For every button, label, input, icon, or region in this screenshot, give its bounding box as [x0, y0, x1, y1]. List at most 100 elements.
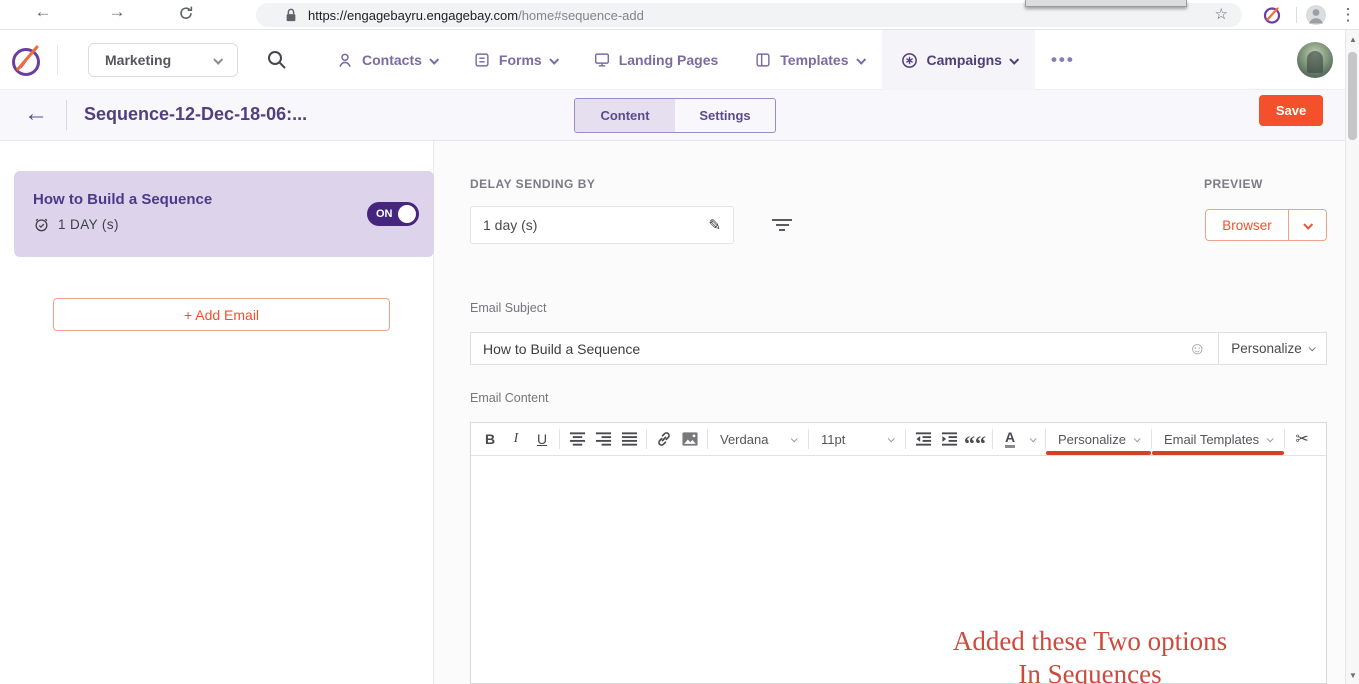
tab-settings[interactable]: Settings — [675, 99, 775, 132]
preview-label: PREVIEW — [1204, 177, 1263, 191]
align-justify-icon[interactable] — [616, 426, 642, 452]
nav-item-templates[interactable]: Templates — [736, 30, 881, 90]
user-avatar[interactable] — [1297, 42, 1333, 78]
preview-browser-button[interactable]: Browser — [1206, 210, 1288, 240]
alarm-clock-icon — [33, 216, 50, 233]
chevron-down-icon — [1308, 344, 1315, 351]
font-size-dropdown[interactable]: 11pt — [813, 426, 901, 452]
underline-icon[interactable]: U — [529, 426, 555, 452]
insert-link-icon[interactable] — [651, 426, 677, 452]
app-switcher-label: Marketing — [105, 52, 171, 68]
font-family-dropdown[interactable]: Verdana — [712, 426, 804, 452]
chevron-down-icon — [213, 54, 223, 64]
add-email-button[interactable]: + Add Email — [53, 298, 390, 331]
chevron-down-icon — [791, 435, 798, 442]
chrome-menu-icon[interactable]: ⋮ — [1337, 5, 1359, 25]
toggle-knob — [398, 205, 416, 223]
outdent-icon[interactable] — [910, 426, 936, 452]
toggle-on-label: ON — [376, 208, 393, 220]
blockquote-icon[interactable]: ““ — [962, 426, 988, 452]
nav-item-label: Contacts — [362, 52, 422, 68]
chevron-down-icon — [888, 435, 895, 442]
monitor-icon — [593, 51, 611, 69]
nav-item-label: Forms — [499, 52, 542, 68]
nav-item-contacts[interactable]: Contacts — [318, 30, 455, 90]
search-icon[interactable] — [266, 49, 287, 70]
header-divider — [66, 100, 67, 130]
bookmark-star-icon[interactable]: ☆ — [1215, 5, 1228, 23]
text-color-dropdown[interactable] — [1023, 426, 1041, 452]
text-color-letter: A — [1005, 430, 1015, 448]
nav-item-label: Templates — [780, 52, 848, 68]
email-content-label: Email Content — [470, 391, 549, 405]
template-columns-icon — [754, 51, 772, 69]
url-text[interactable]: https://engagebayru.engagebay.com/home#s… — [308, 8, 644, 23]
insert-image-icon[interactable] — [677, 426, 703, 452]
email-step-card[interactable]: How to Build a Sequence 1 DAY (s) ON — [14, 171, 434, 257]
form-icon — [473, 51, 491, 69]
app-switcher-marketing[interactable]: Marketing — [88, 43, 238, 77]
emoji-picker-icon[interactable]: ☺ — [1189, 339, 1206, 359]
chevron-down-icon — [1134, 435, 1141, 442]
email-step-toggle[interactable]: ON — [367, 202, 419, 226]
chevron-down-icon — [1029, 435, 1036, 442]
https-lock-icon — [284, 7, 298, 23]
email-step-title: How to Build a Sequence — [33, 191, 212, 208]
email-subject-label: Email Subject — [470, 301, 546, 315]
annotation-line-1: Added these Two options — [850, 625, 1330, 658]
font-size-value: 11pt — [821, 432, 845, 447]
italic-icon[interactable]: I — [503, 426, 529, 452]
toolbar-email-templates-label: Email Templates — [1164, 432, 1259, 447]
chevron-down-icon — [549, 54, 559, 64]
chrome-divider — [1296, 7, 1297, 23]
annotation-line-2: In Sequences — [850, 658, 1330, 684]
cut-scissors-icon[interactable]: ✂ — [1289, 426, 1315, 452]
engagebay-logo-icon[interactable] — [8, 42, 46, 80]
annotation-underline-templates — [1152, 451, 1284, 455]
tab-group: Content Settings — [574, 98, 776, 133]
sequence-title: Sequence-12-Dec-18-06:... — [84, 104, 307, 125]
preview-split-button: Browser — [1205, 209, 1327, 241]
edit-pencil-icon[interactable]: ✎ — [708, 216, 721, 234]
save-button[interactable]: Save — [1259, 95, 1323, 126]
subject-personalize-button[interactable]: Personalize — [1219, 332, 1327, 365]
scrollbar-down-icon[interactable]: ▼ — [1346, 668, 1359, 682]
main-area: How to Build a Sequence 1 DAY (s) ON + A… — [0, 141, 1359, 684]
nav-more-icon[interactable]: ••• — [1035, 30, 1091, 90]
browser-profile-icon[interactable] — [1305, 4, 1327, 26]
scrollbar-thumb[interactable] — [1348, 52, 1357, 140]
email-subject-input[interactable]: How to Build a Sequence ☺ — [470, 332, 1219, 365]
toolbar-email-templates-dropdown[interactable]: Email Templates — [1156, 426, 1280, 452]
page-scrollbar[interactable]: ▲ ▼ — [1345, 30, 1359, 684]
scrollbar-up-icon[interactable]: ▲ — [1346, 32, 1359, 46]
delay-input[interactable]: 1 day (s) ✎ — [470, 206, 734, 244]
text-color-button[interactable]: A — [997, 426, 1023, 452]
sequence-steps-panel: How to Build a Sequence 1 DAY (s) ON + A… — [0, 141, 434, 684]
nav-item-campaigns[interactable]: Campaigns — [882, 30, 1035, 90]
browser-back-icon[interactable]: ← — [30, 2, 56, 22]
nav-item-forms[interactable]: Forms — [455, 30, 575, 90]
tab-content[interactable]: Content — [575, 99, 675, 132]
toolbar-personalize-dropdown[interactable]: Personalize — [1050, 426, 1147, 452]
align-right-icon[interactable] — [590, 426, 616, 452]
indent-icon[interactable] — [936, 426, 962, 452]
email-subject-value: How to Build a Sequence — [483, 341, 640, 357]
browser-reload-icon[interactable] — [178, 5, 204, 21]
filter-icon[interactable] — [771, 219, 793, 233]
contact-person-icon — [336, 51, 354, 69]
align-center-icon[interactable] — [564, 426, 590, 452]
nav-item-landing-pages[interactable]: Landing Pages — [575, 30, 737, 90]
editor-toolbar: B I U Verdana 11pt — [471, 423, 1326, 456]
nav-item-label: Campaigns — [927, 52, 1002, 68]
back-arrow-icon[interactable]: ← — [24, 100, 48, 128]
browser-forward-icon[interactable]: → — [104, 2, 130, 22]
sequence-header: ← Sequence-12-Dec-18-06:... Content Sett… — [0, 90, 1359, 141]
preview-dropdown-toggle[interactable] — [1288, 210, 1326, 240]
email-subject-row: How to Build a Sequence ☺ Personalize — [470, 332, 1327, 365]
chevron-down-icon — [1009, 54, 1019, 64]
font-family-value: Verdana — [720, 432, 768, 447]
nav-item-label: Landing Pages — [619, 52, 719, 68]
extension-engagebay-icon[interactable] — [1262, 5, 1282, 25]
bold-icon[interactable]: B — [477, 426, 503, 452]
chevron-down-icon — [856, 54, 866, 64]
